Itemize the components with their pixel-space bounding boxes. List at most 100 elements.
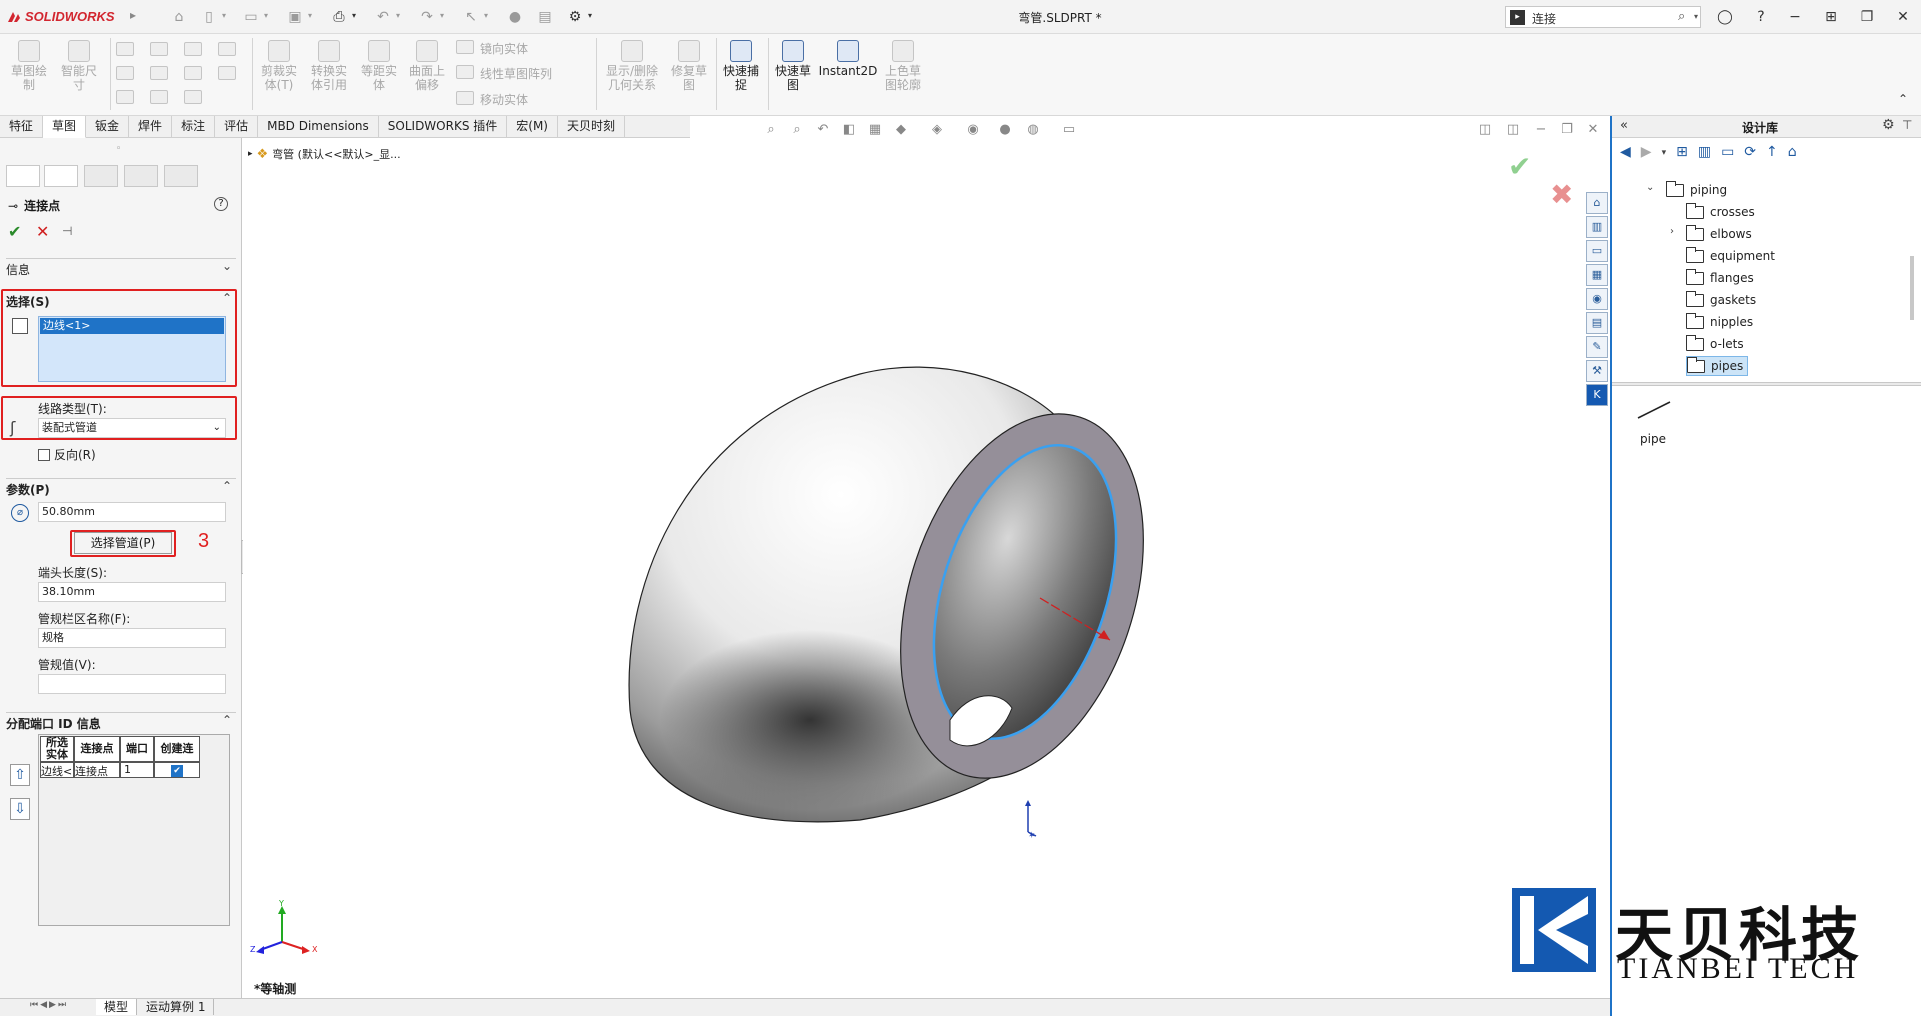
port-id-section-header[interactable]: 分配端口 ID 信息 ⌃ — [6, 712, 236, 732]
elbow-model[interactable] — [620, 360, 1180, 840]
select-arrow-icon[interactable]: ↖ — [462, 8, 480, 26]
tree-collapsed-chevron-icon[interactable]: › — [1670, 226, 1674, 237]
new-dropdown-icon[interactable]: ▾ — [222, 11, 226, 20]
search-commands-input[interactable]: ▸ 连接 ⌕ ▾ — [1505, 6, 1701, 28]
up-one-level-icon[interactable]: ↑ — [1766, 144, 1778, 162]
mirror-entities-button[interactable]: 镜向实体 — [456, 40, 528, 57]
solidworks-resources-icon[interactable]: ⌂ — [1586, 192, 1608, 214]
scroll-next-icon[interactable]: ▶ — [49, 1000, 56, 1010]
tree-item-o-lets[interactable]: o-lets — [1686, 334, 1744, 354]
appearances-icon[interactable]: ◉ — [1586, 288, 1608, 310]
text-tool-icon[interactable] — [218, 66, 236, 80]
slot-tool-icon[interactable] — [116, 90, 134, 104]
search-dropdown-icon[interactable]: ▾ — [1694, 12, 1698, 21]
create-checkbox[interactable]: ✔ — [171, 765, 183, 777]
cell-port[interactable]: 1 — [120, 762, 154, 778]
params-section-header[interactable]: 参数(P) ⌃ — [6, 478, 236, 498]
cell-create[interactable]: ✔ — [154, 762, 200, 778]
move-down-arrow-icon[interactable]: ⇩ — [10, 798, 30, 820]
configurationmanager-tab-icon[interactable] — [84, 165, 118, 187]
expand-arrow-icon[interactable]: ▸ — [248, 149, 253, 159]
tree-item-crosses[interactable]: crosses — [1686, 202, 1755, 222]
tree-item-nipples[interactable]: nipples — [1686, 312, 1753, 332]
confirm-check-icon[interactable]: ✔ — [1508, 150, 1531, 183]
point-tool-icon[interactable] — [184, 90, 202, 104]
tab-weldments[interactable]: 焊件 — [129, 116, 173, 138]
refresh-icon[interactable]: ⟳ — [1744, 144, 1756, 162]
linear-pattern-button[interactable]: 线性草图阵列 — [456, 65, 552, 82]
instant2d-button[interactable]: Instant2D — [818, 40, 878, 78]
options-gear-icon[interactable]: ⚙ — [566, 8, 584, 26]
move-up-arrow-icon[interactable]: ⇧ — [10, 764, 30, 786]
menu-expand-arrow-icon[interactable]: ▸ — [130, 8, 136, 22]
scroll-first-icon[interactable]: ⏮ — [30, 1000, 38, 1010]
reverse-checkbox-row[interactable]: 反向(R) — [38, 446, 96, 463]
propertymanager-tab-icon[interactable] — [44, 165, 78, 187]
tab-sheet-metal[interactable]: 钣金 — [86, 116, 130, 138]
select-dropdown-icon[interactable]: ▾ — [484, 11, 488, 20]
table-row[interactable]: 边线< 连接点 1 ✔ — [40, 762, 200, 778]
tab-tianbei[interactable]: 天贝时刻 — [558, 116, 625, 138]
tile-windows-icon[interactable]: ⊞ — [1820, 6, 1842, 28]
tab-features[interactable]: 特征 — [0, 116, 44, 138]
panel-options-gear-icon[interactable]: ⚙ — [1882, 117, 1895, 133]
open-folder-icon[interactable]: ▭ — [242, 8, 260, 26]
solidworks-forum-icon[interactable]: ✎ — [1586, 336, 1608, 358]
options-dropdown-icon[interactable]: ▾ — [588, 11, 592, 20]
tab-evaluate[interactable]: 评估 — [215, 116, 259, 138]
collapse-ribbon-icon[interactable]: ⌃ — [1898, 92, 1908, 106]
minimize-app-button[interactable]: − — [1784, 6, 1806, 28]
pushpin-icon[interactable]: ⊣ — [62, 224, 72, 238]
trim-entities-button[interactable]: 剪裁实 体(T) — [256, 40, 302, 92]
reverse-checkbox[interactable] — [38, 448, 50, 461]
spline-tool-icon[interactable] — [184, 42, 202, 56]
display-manager-tab-icon[interactable] — [164, 165, 198, 187]
tab-sketch[interactable]: 草图 — [43, 116, 87, 138]
tab-mbd-dimensions[interactable]: MBD Dimensions — [258, 116, 379, 138]
featuremanager-tab-icon[interactable] — [6, 165, 40, 187]
save-dropdown-icon[interactable]: ▾ — [308, 11, 312, 20]
rebuild-icon[interactable]: ● — [506, 8, 524, 26]
history-dropdown-icon[interactable]: ▾ — [1662, 144, 1667, 162]
dimxpert-tab-icon[interactable] — [124, 165, 158, 187]
fillet-tool-icon[interactable] — [184, 66, 202, 80]
generate-shaded-preview-icon[interactable]: ⌂ — [1788, 144, 1797, 162]
home-icon[interactable]: ⌂ — [170, 8, 188, 26]
offset-on-surface-button[interactable]: 曲面上 偏移 — [404, 40, 450, 92]
toolbox-icon[interactable]: ⚒ — [1586, 360, 1608, 382]
line-tool-icon[interactable] — [116, 42, 134, 56]
forward-arrow-icon[interactable]: ▶ — [1641, 144, 1652, 162]
restore-app-button[interactable]: ❐ — [1856, 6, 1878, 28]
tab-solidworks-addins[interactable]: SOLIDWORKS 插件 — [379, 116, 508, 138]
scroll-prev-icon[interactable]: ◀ — [40, 1000, 47, 1010]
display-delete-relations-button[interactable]: 显示/删除 几何关系 — [600, 40, 664, 92]
convert-entities-button[interactable]: 转换实 体引用 — [306, 40, 352, 92]
featuremanager-breadcrumb[interactable]: ▸ ❖ 弯管 (默认<<默认>_显... — [248, 146, 401, 162]
tab-model[interactable]: 模型 — [96, 999, 138, 1015]
pin-panel-icon[interactable]: ⊤ — [1902, 118, 1912, 132]
tree-scrollbar[interactable] — [1910, 256, 1914, 320]
view-palette-icon[interactable]: ▦ — [1586, 264, 1608, 286]
offset-entities-button[interactable]: 等距实 体 — [356, 40, 402, 92]
pipe-preview-icon[interactable] — [1636, 400, 1672, 420]
diameter-field[interactable]: 50.80mm — [38, 502, 226, 522]
help-icon[interactable]: ? — [214, 197, 228, 211]
redo-dropdown-icon[interactable]: ▾ — [440, 11, 444, 20]
polygon-tool-icon[interactable] — [150, 66, 168, 80]
new-document-icon[interactable]: ▯ — [200, 8, 218, 26]
tree-item-flanges[interactable]: flanges — [1686, 268, 1754, 288]
tree-item-elbows[interactable]: elbows — [1686, 224, 1752, 244]
offset-surface-tool-icon[interactable] — [218, 42, 236, 56]
move-entities-button[interactable]: 移动实体 — [456, 91, 528, 108]
repair-sketch-button[interactable]: 修复草 图 — [666, 40, 712, 92]
circle-tool-icon[interactable] — [150, 42, 168, 56]
confirm-cancel-icon[interactable]: ✖ — [1550, 178, 1573, 211]
file-properties-icon[interactable]: ▤ — [536, 8, 554, 26]
back-arrow-icon[interactable]: ◀ — [1620, 144, 1631, 162]
undo-dropdown-icon[interactable]: ▾ — [396, 11, 400, 20]
design-library-icon[interactable]: ▥ — [1586, 216, 1608, 238]
ok-check-icon[interactable]: ✔ — [8, 222, 21, 241]
print-icon[interactable]: ⎙ — [330, 8, 348, 26]
add-file-location-icon[interactable]: ▥ — [1698, 144, 1711, 162]
shaded-sketch-contours-button[interactable]: 上色草 图轮廓 — [878, 40, 928, 92]
